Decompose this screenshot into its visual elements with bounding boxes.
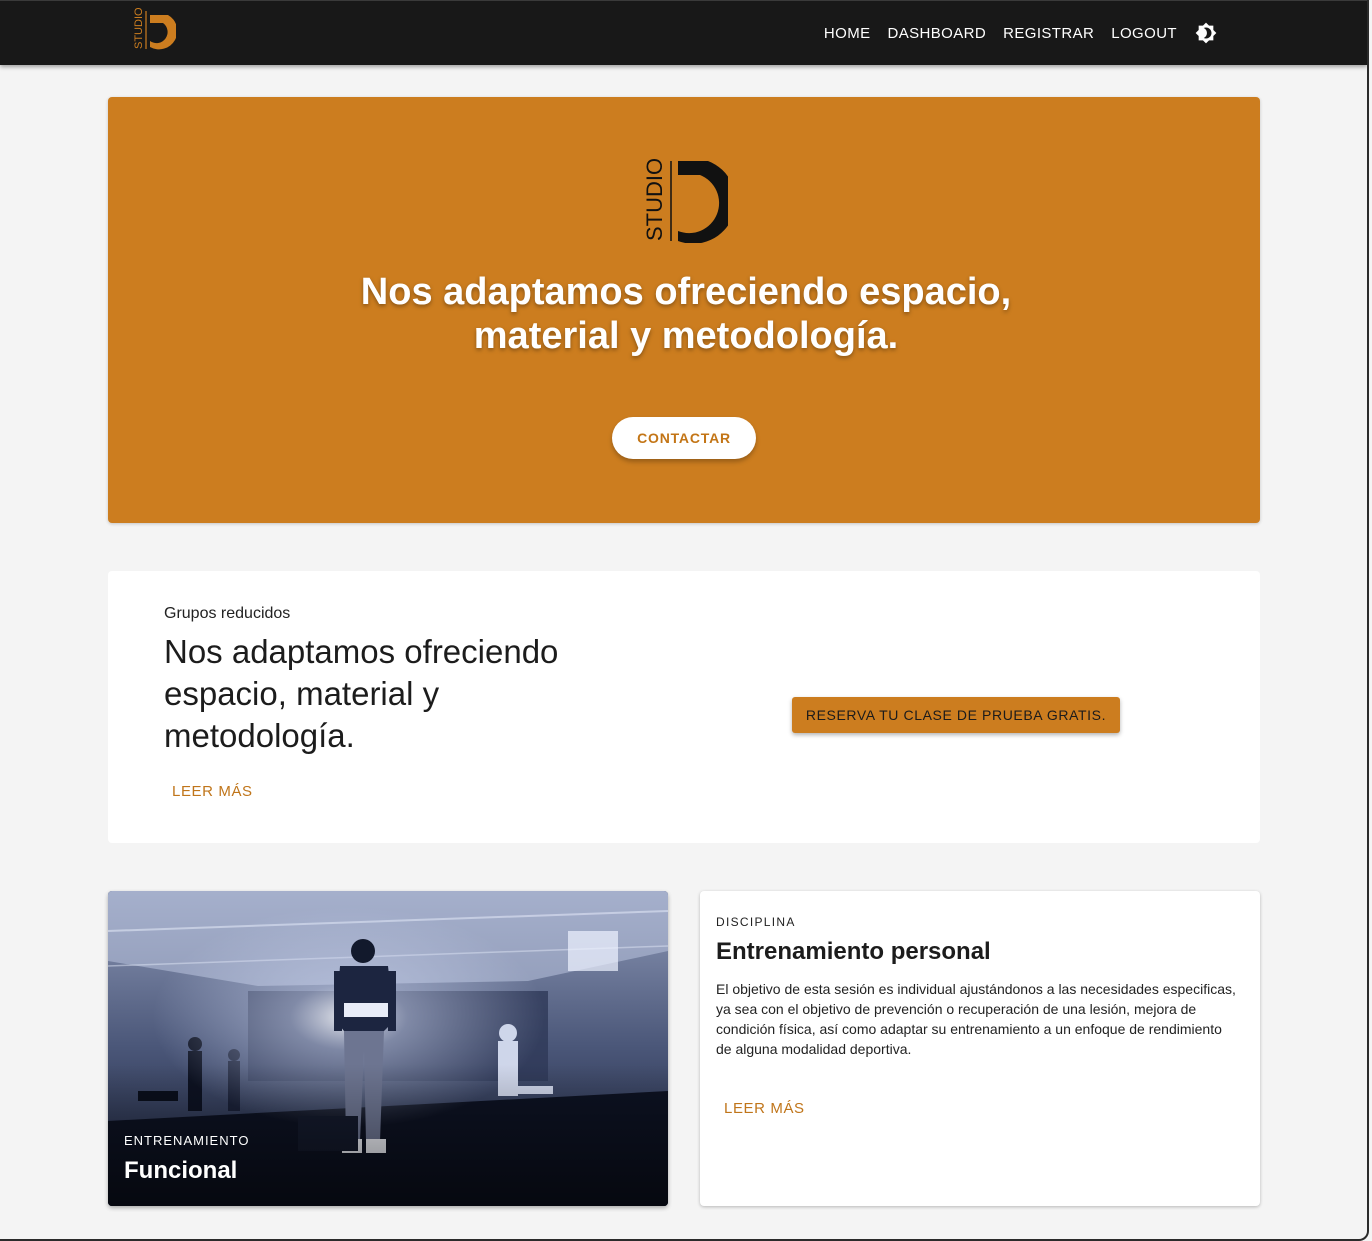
- hero-studio-logo: STUDIO: [638, 158, 736, 248]
- free-trial-button[interactable]: RESERVA TU CLASE DE PRUEBA GRATIS.: [792, 697, 1120, 733]
- personal-training-title: Entrenamiento personal: [716, 938, 991, 965]
- personal-training-overline: DISCIPLINA: [716, 915, 796, 929]
- nav-logout[interactable]: LOGOUT: [1111, 25, 1177, 42]
- contact-button[interactable]: CONTACTAR: [612, 417, 756, 459]
- nav-registrar[interactable]: REGISTRAR: [1003, 25, 1094, 42]
- groups-overline: Grupos reducidos: [164, 605, 291, 622]
- funcional-card[interactable]: ENTRENAMIENTO Funcional: [108, 891, 668, 1206]
- funcional-overline: ENTRENAMIENTO: [124, 1133, 250, 1148]
- hero-logo-studio-text: STUDIO: [642, 159, 667, 241]
- personal-training-read-more-link[interactable]: LEER MÁS: [724, 1100, 805, 1117]
- groups-heading: Nos adaptamos ofreciendo espacio, materi…: [164, 633, 559, 754]
- funcional-title: Funcional: [124, 1157, 238, 1184]
- hero-title-line-1: Nos adaptamos ofreciendo espacio,: [360, 271, 1012, 313]
- hero-banner: STUDIO Nos adaptamos ofreciendo espacio,…: [108, 97, 1260, 523]
- personal-training-description: El objetivo de esta sesión es individual…: [716, 981, 1236, 1057]
- logo-studio-text: STUDIO: [133, 7, 145, 49]
- personal-training-card: DISCIPLINA Entrenamiento personal El obj…: [700, 891, 1260, 1206]
- app-bar: STUDIO HOME DASHBOARD REGISTRAR LOGOUT: [0, 0, 1367, 65]
- hero-title: Nos adaptamos ofreciendo espacio, materi…: [0, 270, 1367, 358]
- brightness-icon[interactable]: [1195, 22, 1217, 44]
- groups-read-more-link[interactable]: LEER MÁS: [172, 783, 253, 800]
- main-nav: HOME DASHBOARD REGISTRAR LOGOUT: [807, 1, 1217, 65]
- nav-home[interactable]: HOME: [824, 25, 871, 42]
- nav-dashboard[interactable]: DASHBOARD: [888, 25, 987, 42]
- groups-card: Grupos reducidos Nos adaptamos ofreciend…: [108, 571, 1260, 843]
- page: STUDIO HOME DASHBOARD REGISTRAR LOGOUT S…: [0, 0, 1369, 1241]
- hero-title-line-2: material y metodología.: [473, 315, 899, 357]
- studio-logo[interactable]: STUDIO: [128, 7, 178, 53]
